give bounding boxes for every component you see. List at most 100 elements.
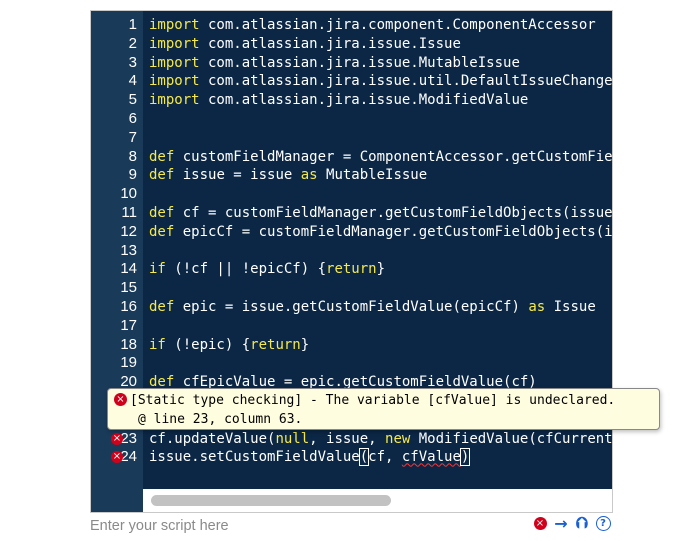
code-line[interactable]: 18 if (!epic) {return} (91, 336, 612, 355)
keyword-token: import (149, 73, 200, 90)
code-text[interactable]: import com.atlassian.jira.issue.MutableI… (149, 54, 520, 73)
help-button[interactable]: ? (595, 514, 611, 532)
line-number: 8 (128, 147, 137, 165)
keyword-token: as (528, 298, 546, 315)
line-error-icon[interactable]: × (111, 432, 123, 445)
code-line[interactable]: 8 def customFieldManager = ComponentAcces… (91, 148, 612, 167)
code-token: epicCf = customFieldManager.getCustomFie… (174, 223, 612, 240)
keyword-token: return (250, 336, 301, 353)
code-text[interactable]: def epicCf = customFieldManager.getCusto… (149, 223, 612, 242)
keyword-token: import (149, 35, 200, 52)
code-token: cf.updateValue( (149, 430, 276, 447)
line-number: 11 (121, 203, 137, 221)
code-line[interactable]: 9 def issue = issue as MutableIssue (91, 166, 612, 185)
line-number: 10 (120, 185, 137, 203)
code-token: com.atlassian.jira.issue.ModifiedValue (199, 92, 529, 109)
code-line[interactable]: 2 import com.atlassian.jira.issue.Issue (91, 35, 612, 54)
code-text[interactable]: if (!epic) {return} (149, 336, 309, 355)
code-text[interactable]: def cf = customFieldManager.getCustomFie… (149, 204, 612, 223)
keyword-token: if (149, 336, 166, 353)
code-line[interactable]: 16 def epic = issue.getCustomFieldValue(e… (91, 298, 612, 317)
line-number: 16 (120, 297, 137, 315)
code-text[interactable]: import com.atlassian.jira.issue.util.Def… (149, 72, 612, 91)
keyword-token: def (149, 167, 175, 184)
code-token: ) (459, 448, 471, 467)
next-error-button[interactable]: → (552, 514, 570, 533)
gutter-bottom (91, 489, 143, 512)
line-number: 12 (120, 222, 137, 240)
line-number: 5 (128, 91, 137, 109)
keyword-token: null (275, 430, 310, 447)
code-text[interactable]: if (!cf || !epicCf) {return} (149, 260, 385, 279)
line-number: 18 (120, 335, 137, 353)
code-line[interactable]: 17 (91, 317, 612, 336)
line-number: 6 (128, 109, 137, 127)
keyword-token: new (385, 430, 411, 447)
line-number: 1 (128, 16, 137, 33)
code-text[interactable]: import com.atlassian.jira.issue.Issue (149, 35, 461, 54)
code-token: issue = issue (174, 167, 301, 184)
error-icon: × (533, 516, 547, 530)
code-token: ModifiedValue(cfCurrent (410, 430, 612, 447)
code-token: cf, (368, 449, 402, 466)
code-token: customFieldManager = ComponentAccessor.g… (174, 148, 612, 165)
code-line[interactable]: 12 def epicCf = customFieldManager.getCus… (91, 223, 612, 242)
code-text[interactable]: × cf.updateValue(null, issue, new Modifie… (111, 430, 612, 449)
tooltip-message: [Static type checking] - The variable [c… (130, 393, 616, 408)
keyword-token: if (149, 261, 166, 278)
code-line[interactable]: 11 def cf = customFieldManager.getCustomF… (91, 204, 612, 223)
code-text[interactable]: import com.atlassian.jira.component.Comp… (149, 16, 596, 35)
code-line[interactable]: 13 (91, 242, 612, 261)
code-text[interactable]: import com.atlassian.jira.issue.Modified… (149, 91, 528, 110)
code-line[interactable]: 24 × issue.setCustomFieldValue(cf, cfValue… (91, 448, 612, 467)
code-line[interactable]: 4 import com.atlassian.jira.issue.util.De… (91, 72, 612, 91)
code-token: cf = customFieldManager.getCustomFieldOb… (174, 204, 612, 221)
error-tooltip: × [Static type checking] - The variable … (107, 388, 660, 430)
code-text[interactable]: def issue = issue as MutableIssue (149, 166, 427, 185)
keyword-token: def (149, 298, 175, 315)
keyword-token: import (149, 54, 200, 71)
code-token: Issue (545, 298, 596, 315)
keyword-token: def (149, 204, 175, 221)
line-number: 15 (120, 279, 137, 297)
code-text[interactable]: def epic = issue.getCustomFieldValue(epi… (149, 298, 596, 317)
code-token: ( (358, 448, 370, 467)
script-editor[interactable]: 1 import com.atlassian.jira.component.Com… (90, 10, 613, 513)
code-line[interactable]: 7 (91, 129, 612, 148)
line-number: 3 (128, 53, 137, 71)
scrollbar-thumb[interactable] (151, 495, 391, 506)
tooltip-location: @ line 23, column 63. (138, 412, 303, 427)
line-number: 9 (128, 166, 137, 184)
code-line[interactable]: 23 × cf.updateValue(null, issue, new Modif… (91, 430, 612, 449)
keyword-token: def (149, 223, 175, 240)
code-line[interactable]: 5 import com.atlassian.jira.issue.Modifie… (91, 91, 612, 110)
keyword-token: as (300, 167, 318, 184)
line-number: 17 (120, 316, 137, 334)
code-token: com.atlassian.jira.issue.util.DefaultIss… (199, 73, 612, 90)
horizontal-scrollbar[interactable] (143, 489, 612, 512)
code-token: (!epic) { (165, 336, 251, 353)
line-number: 7 (128, 128, 137, 146)
keyword-token: import (149, 92, 200, 109)
keyword-token: return (326, 261, 377, 278)
code-token: epic = issue.getCustomFieldValue(epicCf) (174, 298, 529, 315)
script-placeholder[interactable]: Enter your script here (90, 518, 229, 534)
error-indicator-button[interactable]: × (532, 514, 548, 532)
code-token: issue.setCustomFieldValue (149, 449, 360, 466)
keyword-token: import (149, 17, 200, 33)
code-token: } (376, 261, 386, 278)
help-icon: ? (595, 515, 611, 531)
code-line[interactable]: 1 import com.atlassian.jira.component.Com… (91, 16, 612, 35)
code-line[interactable]: 3 import com.atlassian.jira.issue.Mutable… (91, 54, 612, 73)
code-line[interactable]: 6 (91, 110, 612, 129)
code-line[interactable]: 10 (91, 185, 612, 204)
code-line[interactable]: 15 (91, 279, 612, 298)
code-text[interactable]: × issue.setCustomFieldValue(cf, cfValue) (111, 448, 471, 467)
code-text[interactable]: def customFieldManager = ComponentAccess… (149, 148, 612, 167)
code-line[interactable]: 14 if (!cf || !epicCf) {return} (91, 260, 612, 279)
previous-error-button[interactable]: ⮉ (573, 513, 591, 532)
code-line[interactable]: 19 (91, 354, 612, 373)
code-token: } (300, 336, 310, 353)
line-number: 4 (128, 72, 137, 90)
code-token: com.atlassian.jira.issue.MutableIssue (199, 54, 520, 71)
